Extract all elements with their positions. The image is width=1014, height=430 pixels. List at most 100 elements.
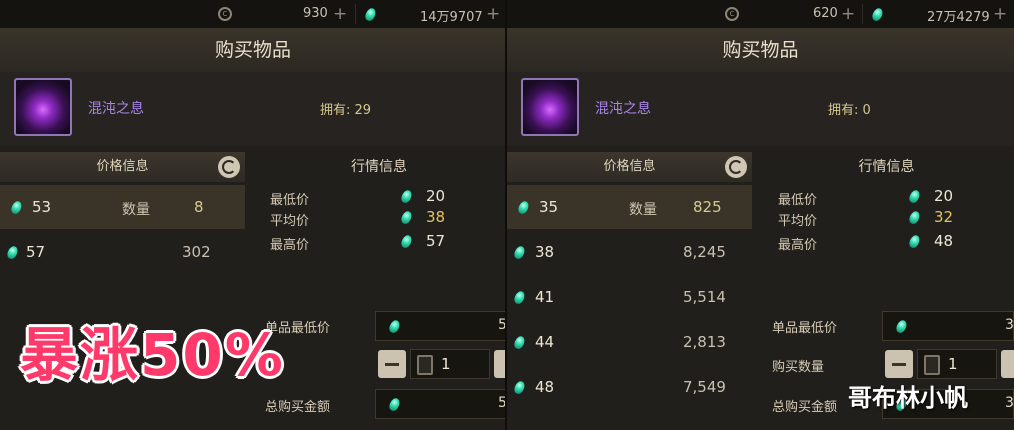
price-value: 53 xyxy=(32,198,52,216)
gem-icon xyxy=(894,318,909,335)
minus-icon[interactable] xyxy=(378,350,406,378)
owned-count: 拥有: 29 xyxy=(320,103,372,118)
avg-price-value: 38 xyxy=(426,208,446,226)
unit-min-price-field: 5 xyxy=(375,311,506,341)
gem-icon xyxy=(399,233,414,250)
gem-balance: 27万4279 xyxy=(927,10,990,25)
unit-min-price-field: 3 xyxy=(882,311,1014,341)
price-info-header: 价格信息 xyxy=(507,152,752,182)
quantity-label: 数量 xyxy=(122,202,150,218)
price-row[interactable]: 41 5,514 xyxy=(507,275,752,319)
min-price-label: 最低价 xyxy=(270,193,310,208)
gem-icon xyxy=(907,233,922,250)
currency-bar: c 930 + 14万9707 + xyxy=(0,0,506,28)
quantity-value: 825 xyxy=(693,198,722,216)
minus-icon[interactable] xyxy=(885,350,913,378)
price-row[interactable]: 57 302 xyxy=(0,230,245,274)
coin-balance: 930 xyxy=(303,6,328,21)
quantity-value: 8,245 xyxy=(683,243,726,261)
max-price-label: 最高价 xyxy=(778,238,818,253)
total-amount-label: 总购买金额 xyxy=(772,400,838,415)
quantity-value: 5,514 xyxy=(683,288,726,306)
buy-panel-right: c 620 + 27万4279 + 购买物品 混沌之息 拥有: 0 价格信息 3… xyxy=(507,0,1014,430)
calculator-icon[interactable] xyxy=(417,355,433,375)
price-row[interactable]: 44 2,813 xyxy=(507,320,752,364)
market-info-header: 行情信息 xyxy=(351,159,407,175)
chaos-breath-item-icon xyxy=(14,78,72,136)
coin-icon: c xyxy=(725,7,739,21)
max-price-value: 57 xyxy=(426,232,446,250)
item-name: 混沌之息 xyxy=(88,101,144,117)
item-info-row: 混沌之息 拥有: 0 xyxy=(507,72,1014,146)
price-row[interactable]: 48 7,549 xyxy=(507,365,752,409)
gem-icon xyxy=(512,244,527,261)
gem-icon xyxy=(870,6,885,23)
max-price-label: 最高价 xyxy=(270,238,310,253)
quantity-value: 2,813 xyxy=(683,333,726,351)
calculator-icon[interactable] xyxy=(924,355,940,375)
gem-icon xyxy=(516,199,531,216)
purchase-quantity-label: 购买数量 xyxy=(772,360,825,375)
gem-icon xyxy=(5,244,20,261)
gem-balance: 14万9707 xyxy=(420,10,483,25)
add-gems-button[interactable]: + xyxy=(486,4,500,24)
refresh-icon[interactable] xyxy=(218,156,240,178)
gem-icon xyxy=(387,318,402,335)
price-info-title: 价格信息 xyxy=(96,159,149,174)
quantity-value: 7,549 xyxy=(683,378,726,396)
market-info-header: 行情信息 xyxy=(858,159,915,175)
quantity-input[interactable]: 1 xyxy=(917,349,997,379)
price-value: 48 xyxy=(535,378,555,396)
min-price-value: 20 xyxy=(426,187,446,205)
gem-icon xyxy=(907,188,922,205)
add-coins-button[interactable]: + xyxy=(841,4,855,24)
unit-min-price-value: 3 xyxy=(1005,317,1014,333)
quantity-label: 数量 xyxy=(629,202,657,218)
price-value: 38 xyxy=(535,243,555,261)
max-price-value: 48 xyxy=(934,232,954,250)
price-value: 41 xyxy=(535,288,555,306)
price-row[interactable]: 53 数量 8 xyxy=(0,185,245,229)
coin-balance: 620 xyxy=(813,6,838,21)
gem-icon xyxy=(512,379,527,396)
price-info-header: 价格信息 xyxy=(0,152,245,182)
price-row[interactable]: 38 8,245 xyxy=(507,230,752,274)
gem-icon xyxy=(363,6,378,23)
unit-min-price-label: 单品最低价 xyxy=(772,321,838,336)
gem-icon xyxy=(512,334,527,351)
coin-icon: c xyxy=(218,7,232,21)
price-row[interactable]: 35 数量 825 xyxy=(507,185,752,229)
avg-price-value: 32 xyxy=(934,208,954,226)
quantity-input-value: 1 xyxy=(948,355,958,373)
add-gems-button[interactable]: + xyxy=(993,4,1007,24)
gem-icon xyxy=(907,209,922,226)
gem-icon xyxy=(512,289,527,306)
price-value: 44 xyxy=(535,333,555,351)
quantity-value: 8 xyxy=(194,198,204,216)
currency-bar: c 620 + 27万4279 + xyxy=(507,0,1014,28)
min-price-value: 20 xyxy=(934,187,954,205)
total-amount-label: 总购买金额 xyxy=(265,400,331,415)
gem-icon xyxy=(399,209,414,226)
chaos-breath-item-icon xyxy=(521,78,579,136)
price-value: 57 xyxy=(26,243,46,261)
quantity-input[interactable]: 1 xyxy=(410,349,490,379)
avg-price-label: 平均价 xyxy=(778,214,818,229)
item-name: 混沌之息 xyxy=(595,101,651,117)
dialog-title: 购买物品 xyxy=(507,28,1014,73)
gem-icon xyxy=(387,396,402,413)
item-info-row: 混沌之息 拥有: 29 xyxy=(0,72,506,146)
gem-icon xyxy=(9,199,24,216)
headline-overlay: 暴涨50% xyxy=(20,321,285,389)
gem-icon xyxy=(399,188,414,205)
avg-price-label: 平均价 xyxy=(270,214,310,229)
add-coins-button[interactable]: + xyxy=(333,4,347,24)
refresh-icon[interactable] xyxy=(725,156,747,178)
quantity-value: 302 xyxy=(182,243,211,261)
owned-count: 拥有: 0 xyxy=(828,103,871,118)
dialog-title: 购买物品 xyxy=(0,28,506,73)
plus-icon[interactable] xyxy=(1001,350,1014,378)
total-amount-value: 3 xyxy=(1005,395,1014,411)
price-info-title: 价格信息 xyxy=(603,159,656,174)
price-value: 35 xyxy=(539,198,559,216)
